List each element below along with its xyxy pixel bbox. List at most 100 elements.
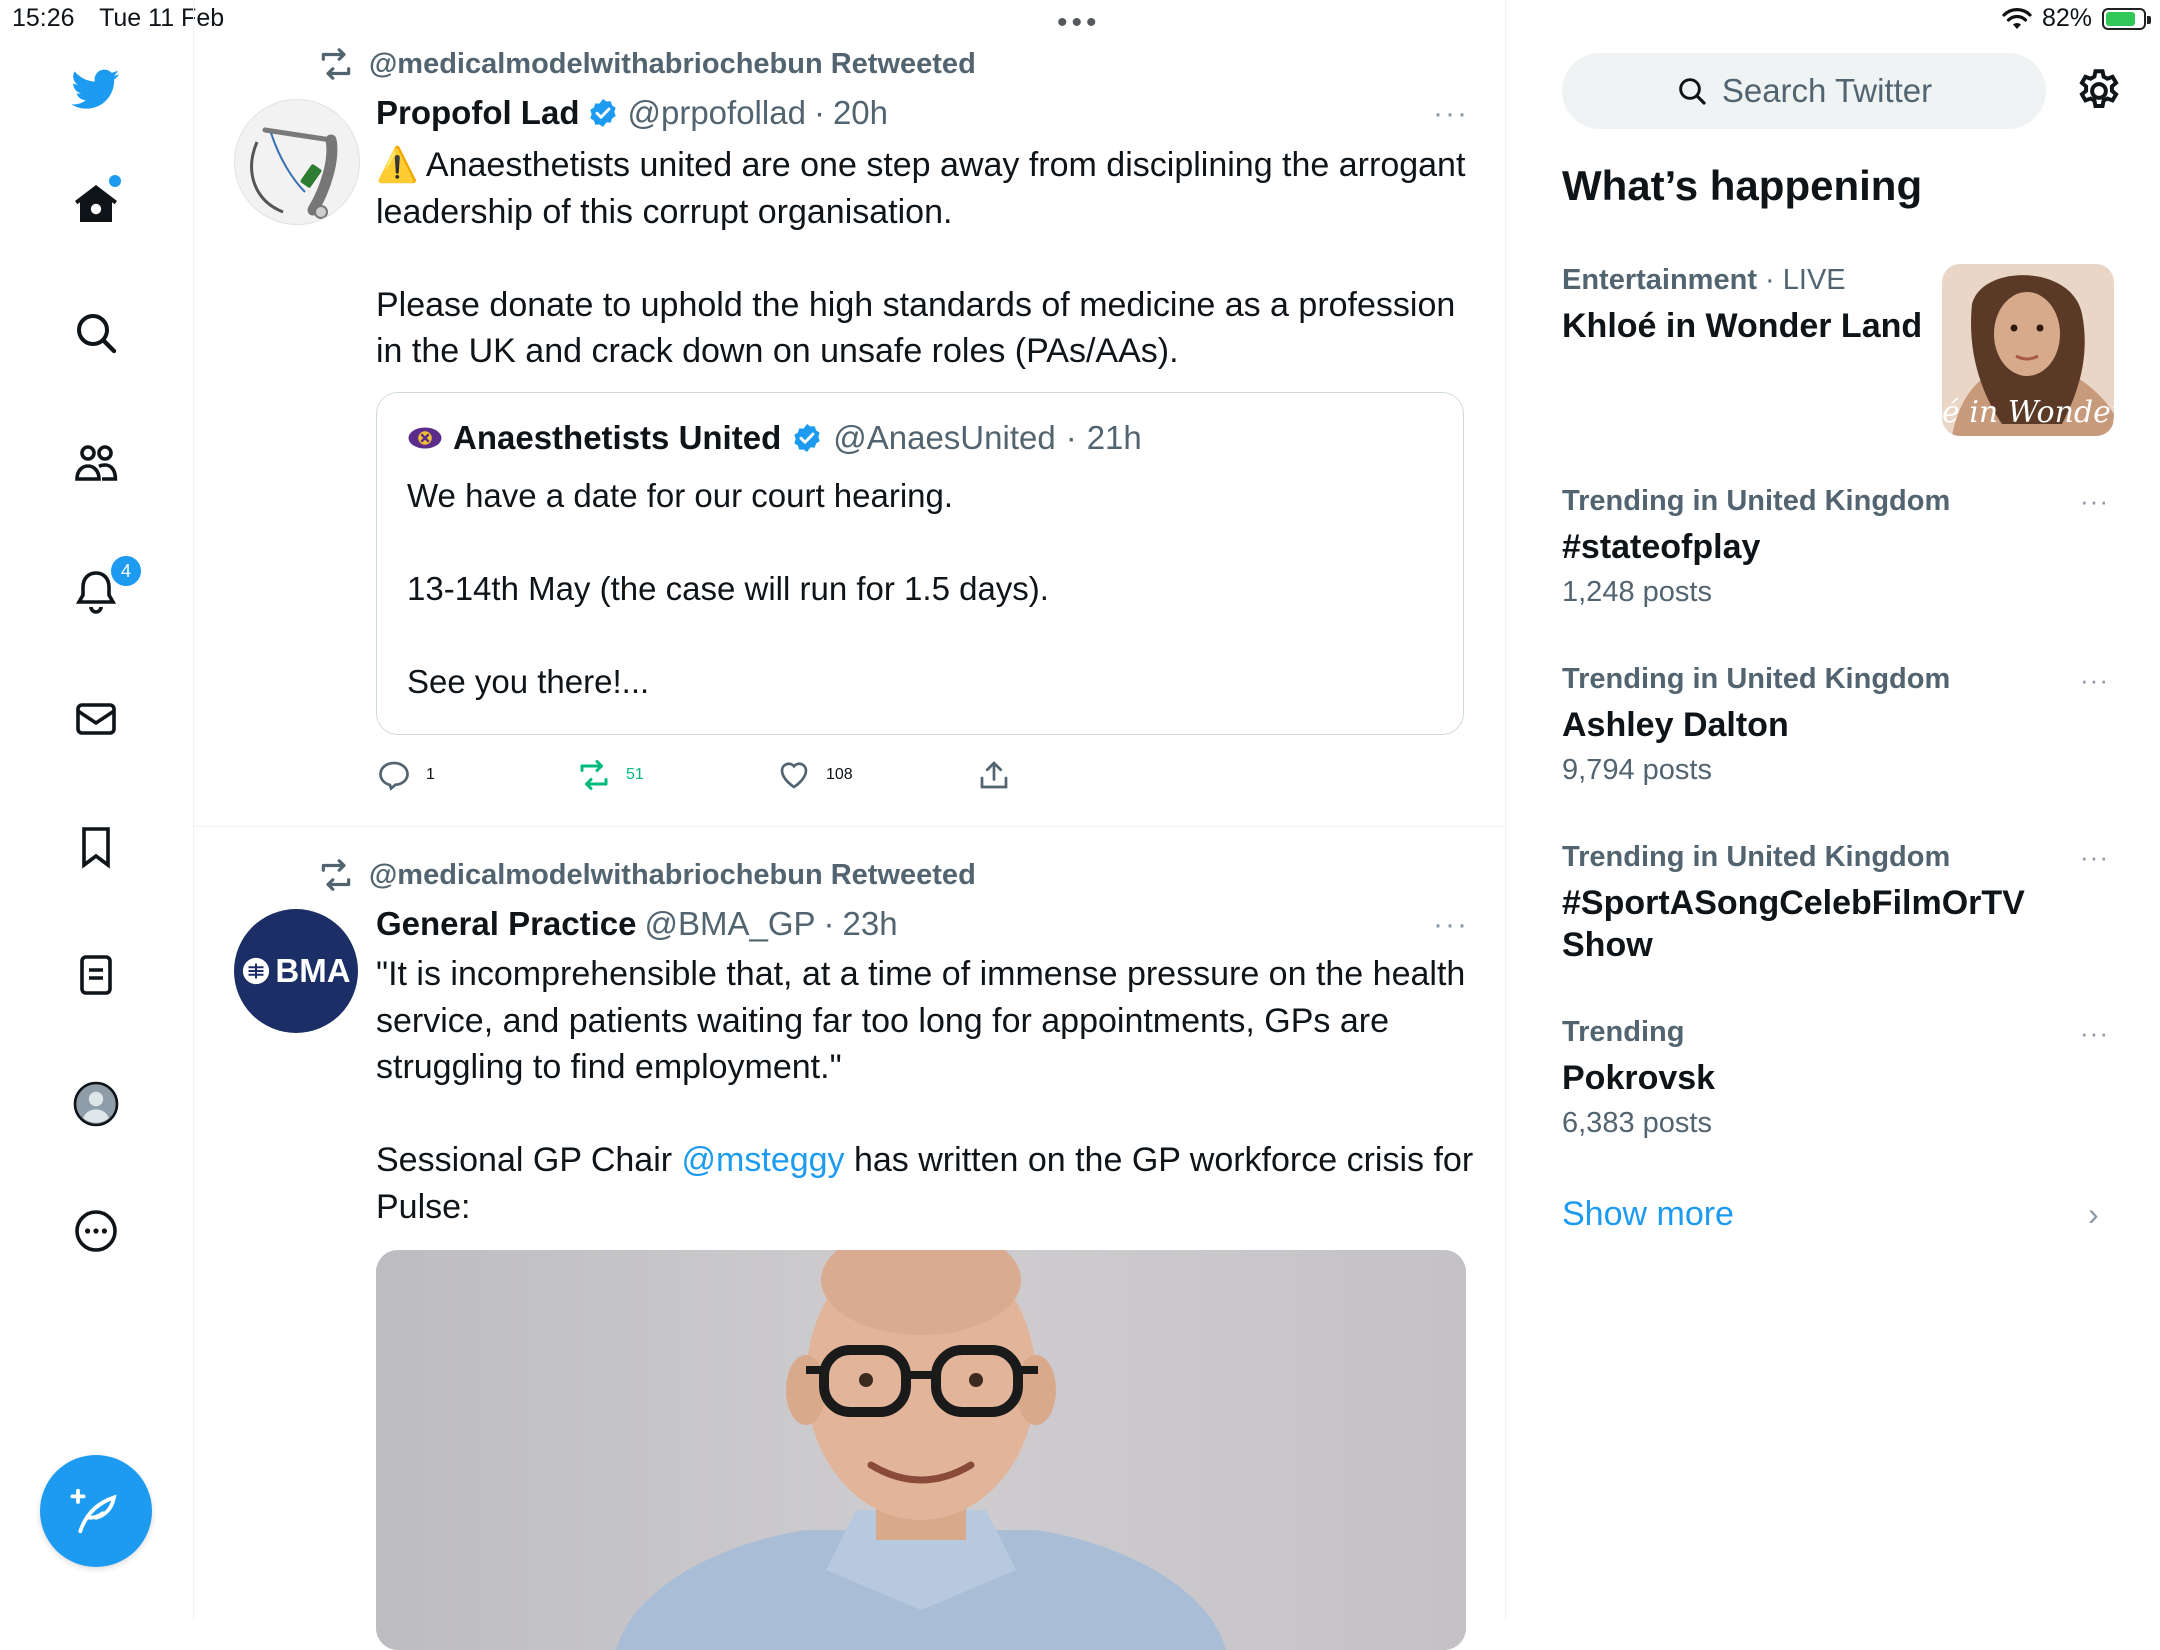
trend-more-button[interactable]: ··· (2080, 665, 2109, 696)
trend-item[interactable]: Trending in United Kingdom #SportASongCe… (1562, 841, 2032, 966)
retweet-context[interactable]: @medicalmodelwithabriochebun Retweeted (317, 45, 976, 83)
trend-category: Trending in United Kingdom (1562, 841, 1951, 873)
search-icon (1679, 78, 1706, 105)
trend-name: #stateofplay (1562, 528, 1761, 566)
trend-item[interactable]: Trending in United Kingdom Ashley Dalton… (1562, 663, 2082, 787)
like-button[interactable]: 108 (776, 757, 853, 793)
communities-icon[interactable] (67, 433, 125, 491)
verified-badge-icon (794, 424, 820, 452)
trend-context: Trending (1562, 1016, 2082, 1049)
tweet-text: "It is incomprehensible that, at a time … (376, 951, 1476, 1230)
trend-category: Entertainment (1562, 264, 1757, 296)
compose-tweet-button[interactable] (40, 1455, 152, 1567)
search-twitter-input[interactable]: Search Twitter (1562, 53, 2046, 129)
retweet-button[interactable]: 51 (576, 757, 644, 793)
reply-icon (379, 761, 409, 791)
whats-happening-title: What’s happening (1562, 162, 1923, 209)
trend-context: Trending in United Kingdom (1562, 841, 2032, 874)
tweet-media-image[interactable] (376, 1250, 1466, 1650)
trend-context: Trending in United Kingdom (1562, 663, 2082, 696)
trend-live: · LIVE (1765, 264, 1846, 296)
twitter-logo-icon[interactable] (67, 60, 125, 118)
reply-count: 1 (426, 766, 435, 783)
retweet-count: 51 (626, 766, 644, 783)
tweet-divider (193, 826, 1505, 827)
trend-more-button[interactable]: ··· (2080, 842, 2109, 873)
left-navigation: 4 (0, 0, 194, 1620)
anaesthetists-united-logo-icon (408, 427, 442, 449)
thumbnail-caption: é in Wonder L (1942, 395, 2114, 430)
home-new-dot (109, 175, 121, 187)
verified-badge-icon (590, 99, 617, 127)
separator: · (823, 905, 835, 942)
trend-thumbnail-image[interactable]: é in Wonder L (1942, 264, 2114, 436)
home-timeline: @medicalmodelwithabriochebun Retweeted P… (193, 0, 1506, 1650)
retweet-icon (580, 760, 608, 790)
more-icon[interactable] (67, 1202, 125, 1260)
chevron-right-icon: › (2088, 1196, 2099, 1232)
trend-post-count: 9,794 posts (1562, 754, 1712, 786)
reply-button[interactable]: 1 (376, 757, 435, 793)
messages-icon[interactable] (67, 690, 125, 748)
quoted-tweet[interactable]: Anaesthetists United @AnaesUnited · 21h … (376, 392, 1464, 735)
trend-item[interactable]: Trending in United Kingdom #stateofplay … (1562, 485, 2082, 609)
notifications-icon[interactable]: 4 (67, 554, 143, 620)
search-icon[interactable] (67, 304, 125, 362)
tweet-time[interactable]: 20h (833, 94, 888, 132)
trend-name: Pokrovsk (1562, 1059, 1716, 1097)
share-icon (980, 761, 1008, 789)
separator: · (1065, 419, 1077, 456)
bma-logo-icon (243, 957, 270, 985)
tweet-header: General Practice @BMA_GP · 23h (376, 905, 898, 943)
trend-item[interactable]: Trending Pokrovsk 6,383 posts (1562, 1016, 2082, 1140)
show-more-link[interactable]: Show more (1562, 1195, 1734, 1234)
separator: · (813, 94, 825, 131)
home-icon[interactable] (67, 175, 125, 233)
right-sidebar: Search Twitter What’s happening Entertai… (1506, 0, 2160, 1620)
trend-name: #SportASongCelebFilmOrTVShow (1562, 884, 2025, 964)
compose-quill-icon (70, 1488, 117, 1534)
quote-header: Anaesthetists United @AnaesUnited · 21h (407, 419, 1142, 457)
trend-category: Trending in United Kingdom (1562, 663, 1951, 695)
trend-post-count: 1,248 posts (1562, 576, 1712, 608)
laryngoscope-avatar-icon (250, 127, 338, 219)
profile-icon[interactable] (67, 1075, 125, 1133)
mention-link[interactable]: @msteggy (682, 1141, 845, 1179)
author-handle[interactable]: @prpofollad (627, 94, 805, 132)
retweet-icon (321, 859, 351, 891)
trend-more-button[interactable]: ··· (2080, 1018, 2109, 1049)
bookmarks-icon[interactable] (67, 818, 125, 876)
author-name[interactable]: General Practice (376, 905, 637, 943)
tweet-more-button[interactable]: ··· (1433, 908, 1469, 942)
quote-time: 21h (1086, 419, 1142, 456)
share-button[interactable] (976, 757, 1012, 793)
retweet-context[interactable]: @medicalmodelwithabriochebun Retweeted (317, 856, 976, 894)
tweet-header: Propofol Lad @prpofollad · 20h (376, 94, 888, 132)
trend-more-button[interactable]: ··· (2080, 486, 2109, 517)
tweet-time[interactable]: 23h (843, 905, 898, 943)
quote-author-name[interactable]: Anaesthetists United (453, 419, 781, 457)
tweet-body: Anaesthetists united are one step away f… (376, 146, 1466, 370)
search-placeholder: Search Twitter (1721, 72, 1933, 109)
trend-context: Trending in United Kingdom (1562, 485, 2082, 518)
like-count: 108 (826, 766, 853, 783)
photo-man-with-glasses (376, 1250, 1466, 1650)
settings-gear-icon[interactable] (2074, 66, 2124, 116)
quote-author-handle[interactable]: @AnaesUnited (833, 419, 1055, 457)
lists-icon[interactable] (67, 946, 125, 1004)
author-name[interactable]: Propofol Lad (376, 94, 579, 132)
trend-post-count: 6,383 posts (1562, 1107, 1712, 1139)
warning-emoji: ⚠️ (376, 146, 419, 184)
avatar-text: BMA (275, 952, 351, 989)
notifications-badge: 4 (109, 554, 143, 588)
tweet-more-button[interactable]: ··· (1433, 97, 1469, 131)
quote-text: We have a date for our court hearing. 13… (407, 477, 1049, 700)
avatar[interactable]: BMA (234, 909, 358, 1033)
avatar[interactable] (234, 99, 360, 225)
retweeted-by-text: @medicalmodelwithabriochebun Retweeted (369, 47, 976, 80)
author-handle[interactable]: @BMA_GP (645, 905, 816, 943)
retweet-icon (321, 48, 351, 80)
tweet-text: ⚠️ Anaesthetists united are one step awa… (376, 142, 1486, 375)
retweeted-by-text: @medicalmodelwithabriochebun Retweeted (369, 858, 976, 891)
heart-icon (780, 762, 808, 789)
